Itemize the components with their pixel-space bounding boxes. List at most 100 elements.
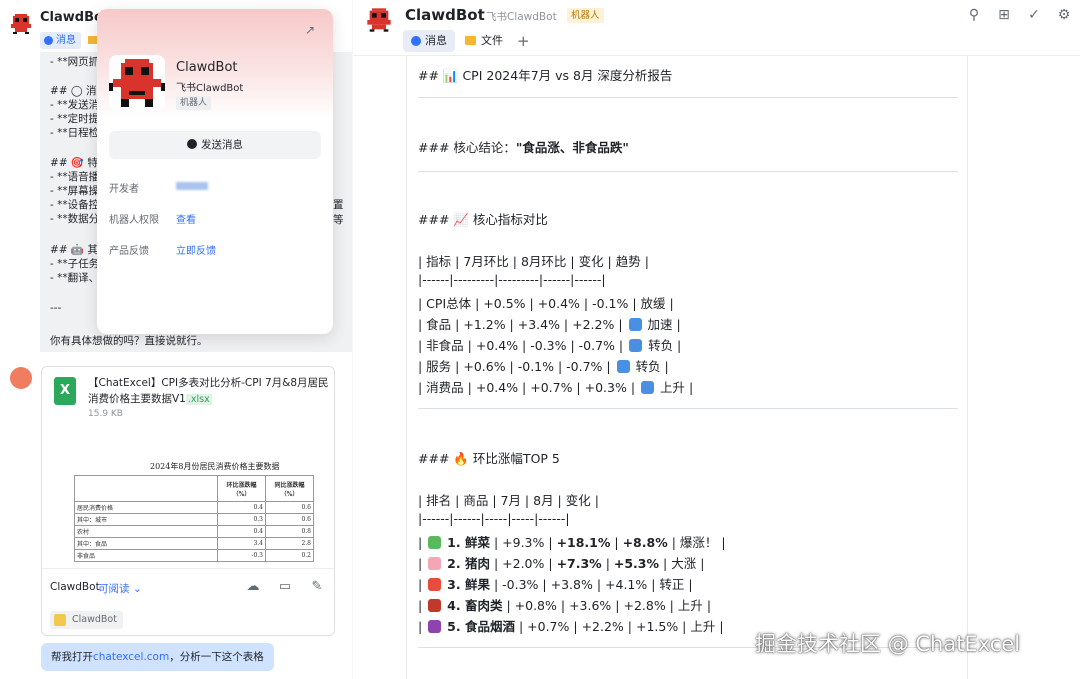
popup-robot-badge: 机器人 bbox=[176, 96, 212, 110]
sender-chip[interactable]: ClawdBot bbox=[50, 611, 123, 629]
markdown-line: - **屏幕操 bbox=[50, 185, 100, 197]
user-message-bubble: 帮我打开chatexcel.com，分析一下这个表格 bbox=[41, 643, 274, 671]
preview-cell: 居民消费价格 bbox=[74, 501, 218, 514]
preview-cell: 0.4 bbox=[217, 501, 266, 514]
bot-avatar-icon[interactable] bbox=[9, 12, 33, 36]
developer-label: 开发者 bbox=[109, 184, 139, 195]
text-run: 转正 | bbox=[659, 577, 693, 592]
arrow-down-icon bbox=[616, 360, 630, 373]
developer-value-redacted[interactable] bbox=[176, 182, 208, 190]
preview-cell: 非食品 bbox=[74, 549, 218, 562]
folder-icon bbox=[465, 36, 476, 45]
chat-subtitle: 飞书ClawdBot bbox=[486, 11, 557, 23]
left-chat-pane: ClawdBot 消息 - **网页抓 ## ◯ 消 - **发送消 - **定时提 -… bbox=[0, 0, 352, 679]
section-divider bbox=[418, 408, 958, 409]
spreadsheet-preview[interactable]: 2024年8月份居民消费价格主要数据 环比涨跌幅 （%） 同比涨跌幅 （%） 居民消… bbox=[42, 429, 334, 569]
folder-icon[interactable] bbox=[88, 36, 97, 44]
preview-title: 2024年8月份居民消费价格主要数据 bbox=[150, 462, 280, 471]
settings-gear-icon[interactable]: ⚙ bbox=[1055, 6, 1073, 24]
chat-bubble-icon bbox=[187, 139, 197, 149]
text-run: | CPI总体 | +0.5% | +0.4% | -0.1% | 放缓 | bbox=[418, 296, 674, 311]
bot-question-text: 你有具体想做的吗？直接说就行。 bbox=[50, 335, 208, 347]
text-run: | 食品 | +1.2% | +3.4% | +2.2% | bbox=[418, 317, 627, 332]
text-run: | bbox=[647, 577, 660, 592]
top5-table-row: | 2. 猪肉 | +2.0% | +7.3% | +5.3% | 大涨 | bbox=[418, 553, 704, 572]
text-run: | bbox=[556, 598, 570, 613]
tasks-icon[interactable]: ✓ bbox=[1025, 6, 1043, 24]
product-feedback-label: 产品反馈 bbox=[109, 246, 149, 257]
preview-cell: 0.3 bbox=[217, 513, 266, 526]
clipped-text-fragment: 置等 bbox=[333, 199, 344, 226]
edit-icon[interactable]: ✎ bbox=[309, 579, 325, 595]
file-title[interactable]: 【ChatExcel】CPI多表对比分析-CPI 7月&8月居民消费价格主要数据… bbox=[88, 375, 332, 408]
user-avatar[interactable] bbox=[10, 367, 32, 389]
text-run: | bbox=[678, 619, 691, 634]
top5-table-row: | 5. 食品烟酒 | +0.7% | +2.2% | +1.5% | 上升 | bbox=[418, 616, 724, 635]
text-run: +9.3% bbox=[502, 535, 545, 550]
preview-table: 环比涨跌幅 （%） 同比涨跌幅 （%） 居民消费价格 0.4 0.6 其中：城市 0.3 0.… bbox=[74, 475, 314, 562]
search-member-icon[interactable]: ⚲ bbox=[965, 6, 983, 24]
pig-icon bbox=[428, 557, 442, 570]
share-icon[interactable]: ↗ bbox=[305, 23, 315, 37]
preview-row: 农村 0.4 0.8 bbox=[74, 525, 314, 538]
text-run: +1.5% bbox=[635, 619, 679, 634]
preview-cell: 农村 bbox=[74, 525, 218, 538]
text-run: +5.3% bbox=[613, 556, 660, 571]
indicator-table-row: | 消费品 | +0.4% | +0.7% | +0.3% | 上升 | bbox=[418, 377, 693, 396]
sender-chip-avatar-icon bbox=[54, 614, 66, 626]
text-run: | bbox=[665, 598, 678, 613]
folder-open-icon[interactable]: ▭ bbox=[277, 579, 293, 595]
tab-messages[interactable]: 消息 bbox=[403, 30, 455, 52]
text-run: | 非食品 | +0.4% | -0.3% | -0.7% | bbox=[418, 338, 628, 353]
text-run: | bbox=[418, 556, 427, 571]
markdown-line: - **日程检 bbox=[50, 127, 100, 139]
text-run: 加速 | bbox=[643, 317, 681, 332]
permission-dropdown[interactable]: 可阅读 ⌄ bbox=[98, 581, 142, 596]
text-run: +7.3% bbox=[556, 556, 602, 571]
text-run: | bbox=[601, 556, 614, 571]
top5-table-separator: |------|------|-----|-----|------| bbox=[418, 511, 570, 526]
report-title: ## 📊 CPI 2024年7月 vs 8月 深度分析报告 bbox=[418, 68, 673, 83]
text-run: "食品涨、非食品跌" bbox=[515, 140, 629, 155]
product-feedback-link[interactable]: 立即反馈 bbox=[176, 242, 216, 257]
bot-permission-view-link[interactable]: 查看 bbox=[176, 211, 196, 226]
item-name: 2. 猪肉 bbox=[447, 556, 490, 571]
text-run: | bbox=[418, 619, 427, 634]
chat-title[interactable]: ClawdBot bbox=[405, 6, 485, 24]
bot-avatar-icon[interactable] bbox=[365, 6, 393, 34]
markdown-line: - **设备控 bbox=[50, 199, 100, 211]
text-run: +3.8% bbox=[550, 577, 593, 592]
preview-cell: 其中：食品 bbox=[74, 537, 218, 550]
section-divider bbox=[418, 171, 958, 172]
popup-bot-subtitle: 飞书ClawdBot bbox=[176, 83, 244, 94]
text-run: | bbox=[611, 598, 624, 613]
tab-files[interactable]: 文件 bbox=[463, 30, 507, 52]
upload-cloud-icon[interactable]: ☁ bbox=[245, 579, 261, 595]
arrow-down-icon bbox=[629, 339, 643, 352]
text-run: | 消费品 | +0.4% | +0.7% | +0.3% | bbox=[418, 380, 640, 395]
indicator-table-separator: |------|---------|---------|------|-----… bbox=[418, 272, 606, 287]
chatexcel-link[interactable]: chatexcel.com bbox=[93, 651, 169, 663]
text-run: +4.1% bbox=[605, 577, 648, 592]
text-run: | bbox=[489, 556, 503, 571]
preview-cell: 0.2 bbox=[265, 549, 314, 562]
indicator-table-row: | 食品 | +1.2% | +3.4% | +2.2% | 加速 | bbox=[418, 314, 681, 333]
text-run: | bbox=[544, 535, 557, 550]
arrow-up-icon bbox=[628, 318, 642, 331]
preview-cell: 0.4 bbox=[217, 525, 266, 538]
text-run: +3.6% bbox=[569, 598, 612, 613]
indicator-table-row: | 非食品 | +0.4% | -0.3% | -0.7% | 转负 | bbox=[418, 335, 681, 354]
add-to-group-icon[interactable]: ⊞ bbox=[995, 6, 1013, 24]
text-run: | bbox=[418, 535, 427, 550]
markdown-line: - **数据分 bbox=[50, 213, 100, 225]
send-message-button[interactable]: 发送消息 bbox=[109, 131, 321, 159]
preview-row: 其中：城市 0.3 0.6 bbox=[74, 513, 314, 526]
wine-icon bbox=[428, 620, 442, 633]
excel-file-icon: X bbox=[54, 377, 76, 405]
preview-cell: -0.3 bbox=[217, 549, 266, 562]
indicator-table-row: | CPI总体 | +0.5% | +0.4% | -0.1% | 放缓 | bbox=[418, 293, 674, 312]
text-run: 大涨 | bbox=[671, 556, 705, 571]
file-attachment-card[interactable]: X 【ChatExcel】CPI多表对比分析-CPI 7月&8月居民消费价格主要… bbox=[41, 366, 335, 636]
add-tab-button[interactable]: + bbox=[517, 30, 530, 52]
left-tab-messages[interactable]: 消息 bbox=[40, 32, 81, 49]
